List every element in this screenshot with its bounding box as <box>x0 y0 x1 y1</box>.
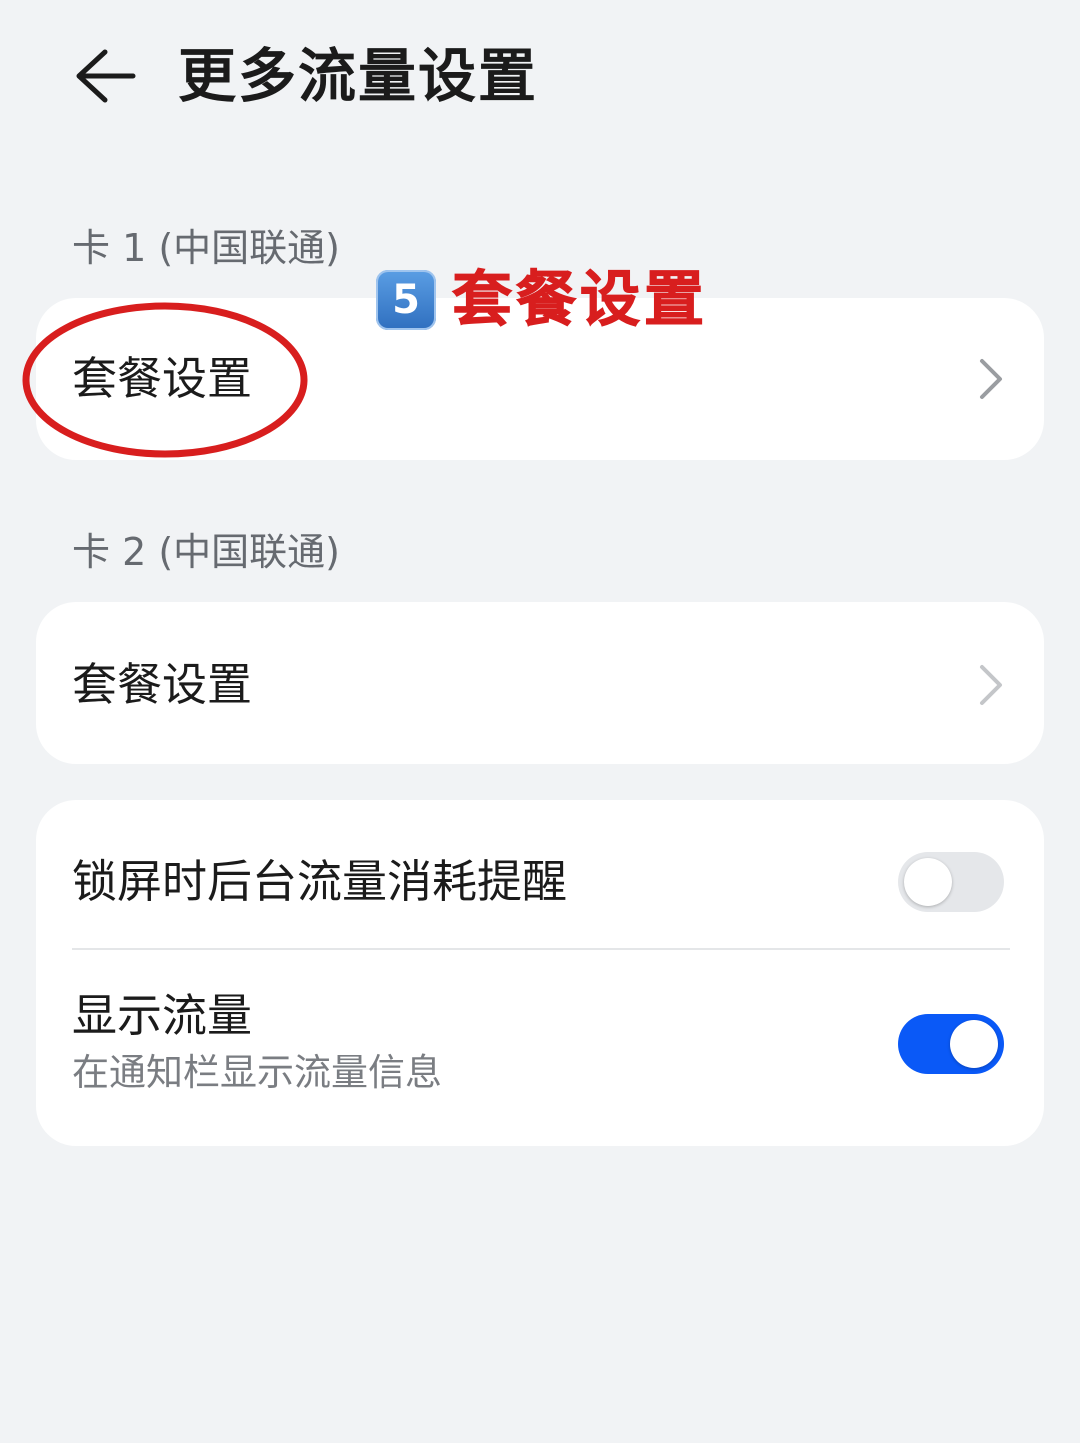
sim1-section-label: 卡 1 (中国联通) <box>72 226 340 270</box>
chevron-right-icon <box>980 665 1002 705</box>
chevron-right-icon <box>980 359 1002 399</box>
show-traffic-row[interactable]: 显示流量 在通知栏显示流量信息 <box>36 950 1044 1146</box>
toggle-knob <box>904 858 952 906</box>
options-card: 锁屏时后台流量消耗提醒 显示流量 在通知栏显示流量信息 <box>36 800 1044 1146</box>
sim1-plan-settings-label: 套餐设置 <box>72 352 253 405</box>
back-button[interactable] <box>66 38 142 114</box>
sim2-plan-settings-row[interactable]: 套餐设置 <box>36 602 1044 764</box>
page-title: 更多流量设置 <box>178 42 539 110</box>
lock-screen-reminder-label: 锁屏时后台流量消耗提醒 <box>72 855 568 908</box>
step-annotation-text: 套餐设置 <box>452 265 708 336</box>
show-traffic-toggle[interactable] <box>898 1014 1004 1074</box>
app-header: 更多流量设置 <box>0 0 1080 150</box>
sim2-card: 套餐设置 <box>36 602 1044 764</box>
sim2-plan-settings-label: 套餐设置 <box>72 658 253 711</box>
arrow-left-icon <box>76 49 136 103</box>
step-number-badge: 5 <box>376 270 436 330</box>
show-traffic-subtitle: 在通知栏显示流量信息 <box>72 1051 442 1094</box>
lock-screen-reminder-toggle[interactable] <box>898 852 1004 912</box>
toggle-knob <box>950 1020 998 1068</box>
show-traffic-label: 显示流量 <box>72 989 253 1042</box>
lock-screen-reminder-row[interactable]: 锁屏时后台流量消耗提醒 <box>36 800 1044 948</box>
sim2-section-label: 卡 2 (中国联通) <box>72 530 340 574</box>
